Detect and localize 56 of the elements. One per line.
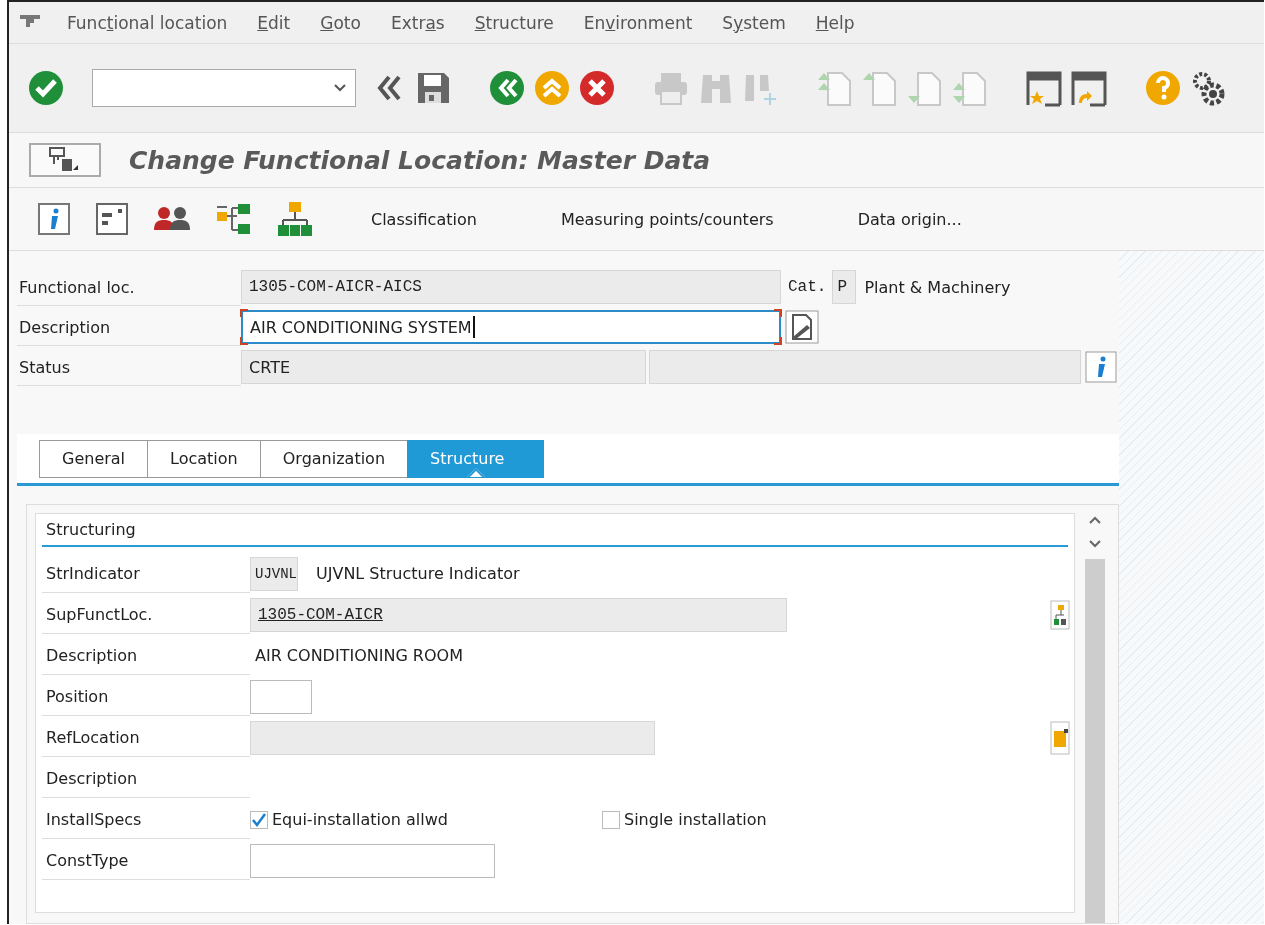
long-text-icon[interactable] bbox=[785, 310, 819, 344]
category-text: Plant & Machinery bbox=[864, 277, 1011, 297]
status-text-field[interactable] bbox=[649, 350, 1081, 384]
cancel-icon[interactable] bbox=[578, 69, 616, 107]
indicator-text: UJVNL Structure Indicator bbox=[316, 564, 520, 583]
field-label: Description bbox=[42, 636, 250, 675]
checkbox-label: Equi-installation allwd bbox=[272, 810, 448, 829]
command-field[interactable] bbox=[92, 69, 356, 107]
scroll-down-icon[interactable] bbox=[1088, 539, 1102, 549]
field-label: Description bbox=[42, 759, 250, 798]
menu-item[interactable]: Goto bbox=[320, 12, 361, 33]
menu-item[interactable]: Structure bbox=[474, 12, 554, 33]
tab[interactable]: Location bbox=[147, 440, 260, 478]
screen-title: Change Functional Location: Master Data bbox=[129, 145, 711, 175]
folder-icon[interactable] bbox=[1050, 720, 1070, 755]
hierarchy-icon[interactable] bbox=[1050, 599, 1070, 630]
toolbar-button[interactable]: Classification bbox=[371, 209, 477, 229]
dropdown-icon[interactable] bbox=[333, 83, 347, 93]
toolbar-button[interactable]: Measuring points/counters bbox=[560, 209, 774, 229]
info-icon[interactable] bbox=[37, 202, 71, 236]
shortcut-icon[interactable] bbox=[1070, 69, 1108, 107]
description-field[interactable]: AIR CONDITIONING SYSTEM bbox=[241, 310, 781, 344]
structure-list-icon[interactable] bbox=[215, 202, 253, 236]
menu-item[interactable]: Functional location bbox=[67, 12, 228, 33]
field-label: InstallSpecs bbox=[42, 800, 250, 839]
hierarchy-icon[interactable] bbox=[277, 201, 313, 237]
superior-location-field[interactable]: 1305-COM-AICR bbox=[250, 597, 787, 632]
indicator-field[interactable]: UJVNL bbox=[250, 556, 298, 591]
tab[interactable]: Organization bbox=[259, 440, 408, 478]
back-icon[interactable] bbox=[488, 69, 526, 107]
checkbox[interactable] bbox=[602, 810, 620, 829]
menu-item[interactable]: Extras bbox=[390, 12, 445, 33]
group-title: Structuring bbox=[42, 514, 1068, 547]
new-window-icon[interactable] bbox=[1025, 69, 1063, 107]
layout-icon[interactable] bbox=[95, 202, 129, 236]
menu-item[interactable]: Environment bbox=[583, 12, 693, 33]
tab[interactable]: General bbox=[39, 440, 148, 478]
checkbox[interactable] bbox=[250, 810, 268, 829]
status-field[interactable]: CRTE bbox=[241, 350, 646, 384]
scroll-up-icon[interactable] bbox=[1088, 515, 1102, 525]
category-field[interactable]: P bbox=[832, 270, 857, 304]
info-icon[interactable] bbox=[1085, 351, 1117, 383]
screen-menu-button[interactable] bbox=[29, 143, 101, 177]
checkbox-label: Single installation bbox=[624, 810, 767, 829]
field-label: Description bbox=[17, 308, 241, 346]
enter-icon[interactable] bbox=[27, 69, 65, 107]
toolbar-button[interactable]: Data origin... bbox=[857, 209, 962, 229]
menu-item[interactable]: Help bbox=[815, 12, 855, 33]
input-field[interactable] bbox=[250, 679, 312, 714]
input-field[interactable] bbox=[250, 843, 495, 878]
location-field[interactable]: 1305-COM-AICR-AICS bbox=[241, 270, 781, 304]
menu-item[interactable]: System bbox=[722, 12, 786, 33]
description-text: AIR CONDITIONING ROOM bbox=[254, 646, 463, 665]
field-label: Cat. bbox=[788, 278, 827, 296]
reference-location-field[interactable] bbox=[250, 720, 655, 755]
menu-item[interactable]: Edit bbox=[257, 12, 291, 33]
